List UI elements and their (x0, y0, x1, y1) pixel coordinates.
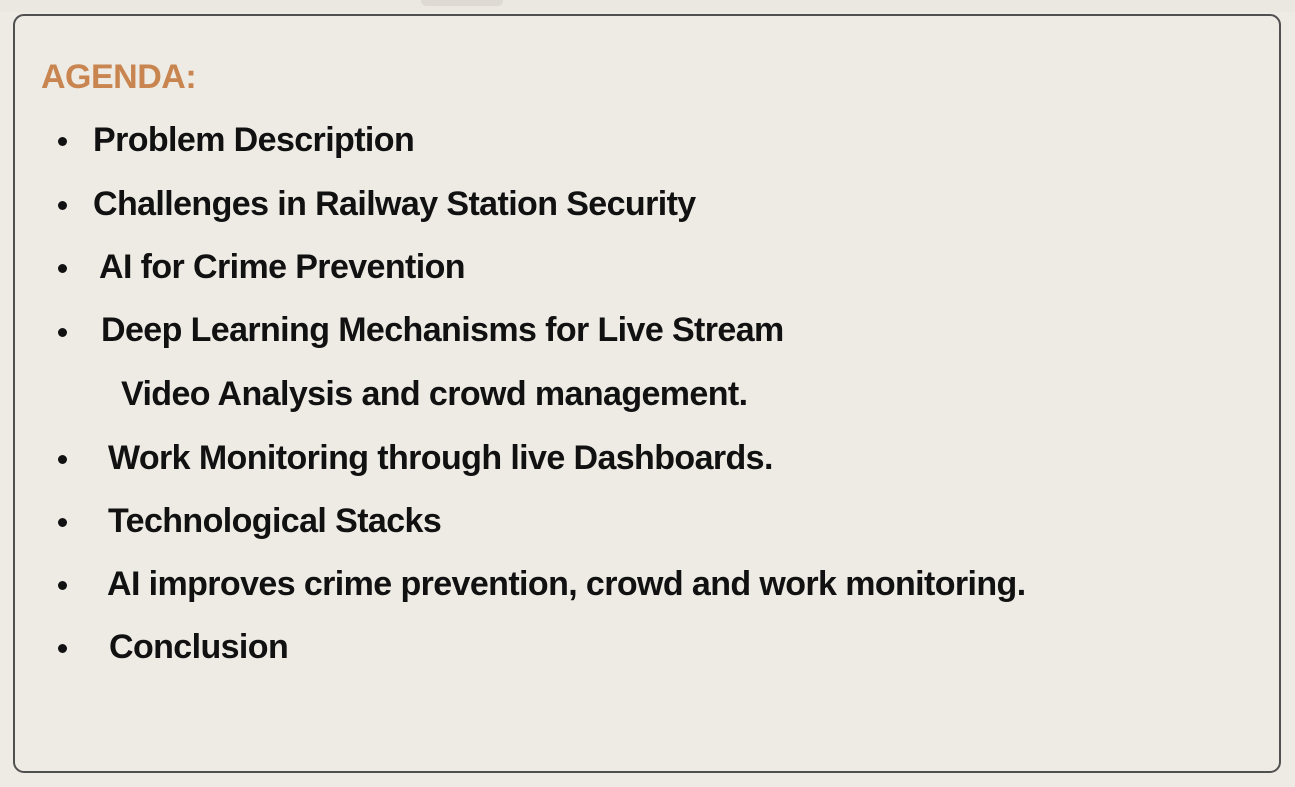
bullet-icon (58, 328, 67, 337)
agenda-item-deep-learning: Deep Learning Mechanisms for Live Stream (101, 311, 784, 349)
agenda-title: AGENDA: (41, 58, 197, 96)
top-strip (0, 0, 1295, 12)
agenda-item-problem-description: Problem Description (93, 121, 415, 159)
bullet-icon (58, 455, 67, 464)
agenda-item-deep-learning-continuation: Video Analysis and crowd management. (121, 375, 748, 413)
bullet-icon (58, 644, 67, 653)
bullet-icon (58, 581, 67, 590)
agenda-item-challenges: Challenges in Railway Station Security (93, 185, 696, 223)
agenda-item-conclusion: Conclusion (109, 628, 289, 666)
bullet-icon (58, 264, 67, 273)
agenda-item-work-monitoring: Work Monitoring through live Dashboards. (108, 439, 773, 477)
agenda-item-ai-improves: AI improves crime prevention, crowd and … (107, 565, 1026, 603)
top-chip (421, 0, 503, 6)
bullet-icon (58, 201, 67, 210)
bullet-icon (58, 518, 67, 527)
agenda-item-technological-stacks: Technological Stacks (108, 502, 442, 540)
agenda-item-ai-crime-prevention: AI for Crime Prevention (99, 248, 466, 286)
bullet-icon (58, 137, 67, 146)
